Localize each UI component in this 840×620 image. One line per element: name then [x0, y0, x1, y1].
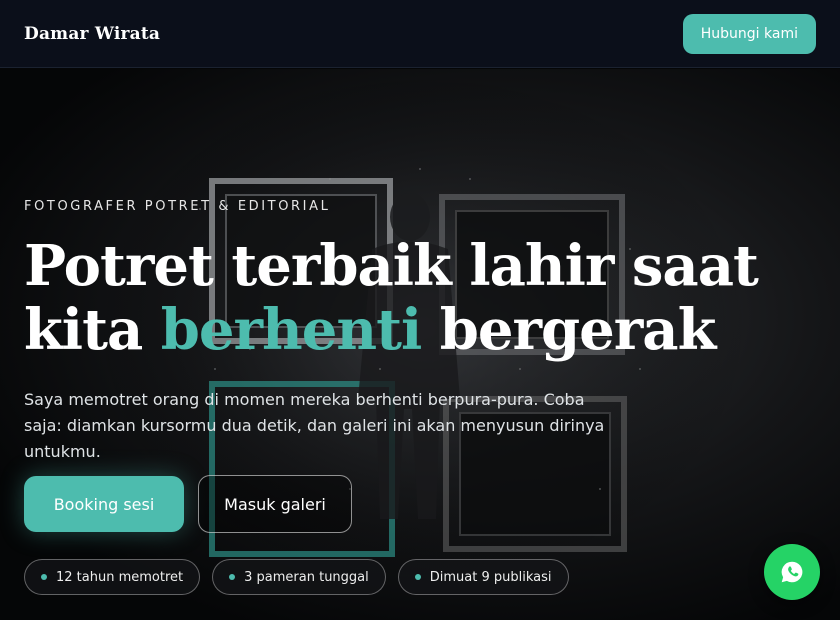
- hero-headline: Potret terbaik lahir saat kita berhenti …: [24, 234, 784, 362]
- stat-label: 3 pameran tunggal: [244, 569, 369, 585]
- hero-section: FOTOGRAFER POTRET & EDITORIAL Potret ter…: [0, 69, 840, 620]
- stat-pill: 3 pameran tunggal: [212, 559, 386, 595]
- headline-line-1: Potret terbaik lahir saat: [24, 233, 759, 299]
- stats-pills: 12 tahun memotret 3 pameran tunggal Dimu…: [24, 559, 569, 595]
- contact-button[interactable]: Hubungi kami: [682, 13, 816, 54]
- gallery-button[interactable]: Masuk galeri: [198, 475, 352, 533]
- dot-icon: [229, 574, 236, 580]
- stat-pill: 12 tahun memotret: [24, 559, 201, 595]
- brand-logo[interactable]: Damar Wirata: [24, 24, 160, 44]
- stat-pill: Dimuat 9 publikasi: [397, 559, 569, 595]
- booking-button[interactable]: Booking sesi: [24, 476, 184, 532]
- stat-label: Dimuat 9 publikasi: [429, 569, 552, 585]
- headline-accent-word: berhenti: [160, 297, 422, 363]
- headline-suffix: bergerak: [421, 297, 717, 363]
- dot-icon: [41, 574, 47, 580]
- dot-icon: [414, 574, 421, 580]
- hero-subtitle: Saya memotret orang di momen mereka berh…: [24, 390, 605, 461]
- stat-label: 12 tahun memotret: [56, 569, 184, 585]
- whatsapp-icon: [781, 561, 803, 583]
- hero-eyebrow: FOTOGRAFER POTRET & EDITORIAL: [24, 199, 331, 214]
- headline-prefix: kita: [24, 297, 161, 363]
- top-nav: Damar Wirata Hubungi kami: [0, 0, 840, 68]
- whatsapp-button[interactable]: [764, 544, 820, 600]
